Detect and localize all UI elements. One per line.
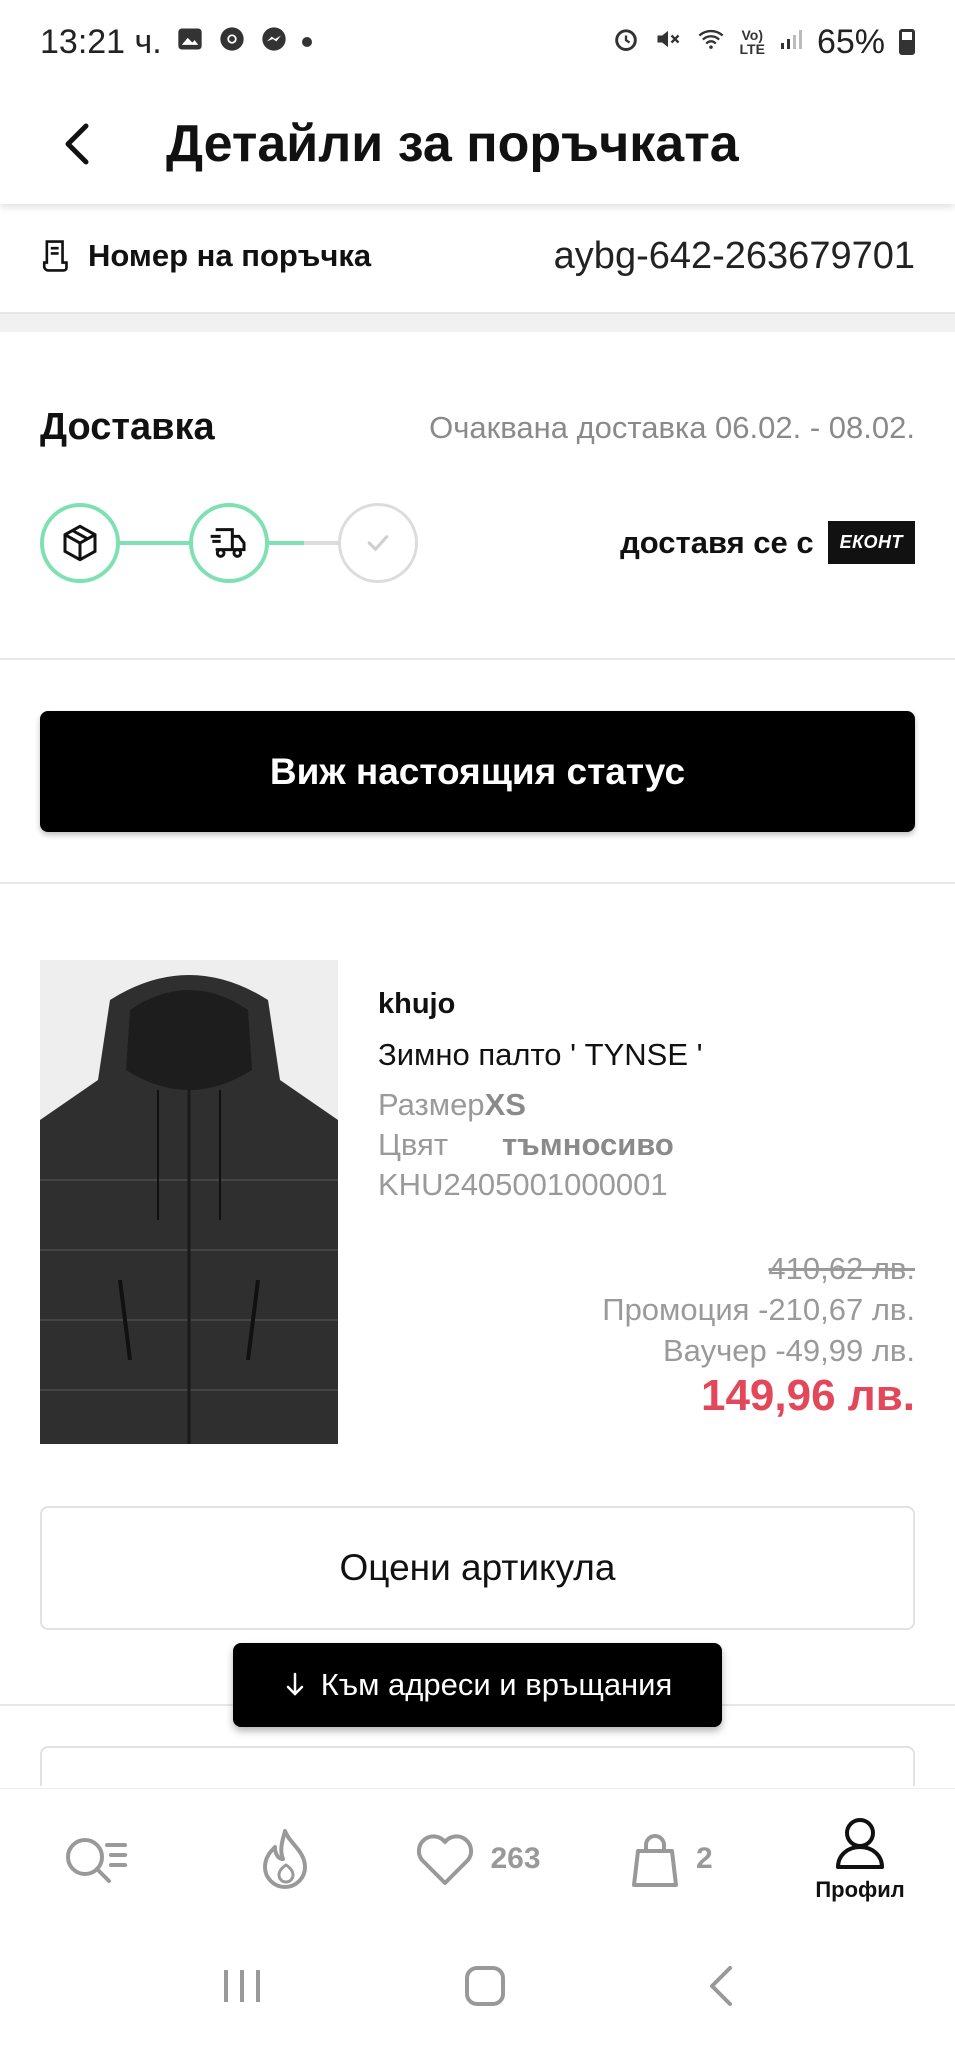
delivery-progress bbox=[40, 503, 440, 583]
flame-icon bbox=[262, 1828, 307, 1889]
nav-item-wishlist[interactable]: 263 bbox=[414, 1799, 541, 1919]
volte-icon: Vo) LTE bbox=[739, 27, 765, 57]
old-price: 410,62 лв. bbox=[768, 1251, 915, 1286]
check-icon bbox=[367, 535, 389, 552]
econt-logo: ЕКОНТ bbox=[827, 521, 915, 564]
voucher-discount: Ваучер -49,99 лв. bbox=[663, 1333, 915, 1368]
wishlist-count: 263 bbox=[490, 1841, 541, 1875]
bottom-navigation: 263 2 Профил bbox=[0, 1788, 955, 1928]
status-bar-left: 13:21 ч. bbox=[40, 23, 312, 62]
order-number-value: aybg-642-263679701 bbox=[553, 234, 915, 277]
notification-dot-icon bbox=[301, 37, 312, 47]
delivery-title: Доставка bbox=[40, 406, 215, 448]
progress-step-delivered bbox=[338, 503, 418, 583]
recent-apps-icon bbox=[223, 1969, 260, 2002]
progress-step-packed bbox=[40, 503, 120, 583]
product-size: Размер XS bbox=[378, 1087, 915, 1123]
nav-item-profile[interactable]: Профил bbox=[800, 1799, 920, 1919]
wifi-icon bbox=[696, 25, 726, 60]
basket-count: 2 bbox=[695, 1841, 713, 1875]
page-title: Детайли за поръчката bbox=[166, 115, 739, 173]
view-current-status-button[interactable]: Виж настоящия статус bbox=[40, 711, 915, 832]
divider bbox=[0, 658, 955, 660]
product-brand: khujo bbox=[378, 988, 456, 1020]
back-arrow-icon bbox=[65, 123, 89, 165]
nav-item-search[interactable] bbox=[35, 1799, 155, 1919]
recent-apps-button[interactable] bbox=[220, 1966, 264, 2011]
system-back-icon bbox=[709, 1965, 732, 2006]
size-label: Размер bbox=[378, 1087, 485, 1122]
basket-row: 2 bbox=[628, 1829, 713, 1889]
delivery-truck-icon bbox=[210, 528, 246, 558]
battery-icon bbox=[899, 29, 915, 55]
to-addresses-and-returns-label: Към адреси и връщания bbox=[320, 1667, 673, 1702]
price-breakdown: 410,62 лв. Промоция -210,67 лв. Ваучер -… bbox=[602, 1248, 915, 1421]
profile-label: Профил bbox=[815, 1876, 905, 1902]
progress-line-done bbox=[118, 541, 190, 545]
progress-step-shipped bbox=[189, 503, 269, 583]
nav-item-trending[interactable] bbox=[225, 1799, 345, 1919]
app-header: Детайли за поръчката bbox=[0, 84, 955, 204]
package-icon bbox=[63, 524, 97, 562]
promotion-discount: Промоция -210,67 лв. bbox=[602, 1292, 915, 1327]
product-sku: KHU2405001000001 bbox=[378, 1167, 668, 1202]
nav-item-basket[interactable]: 2 bbox=[610, 1799, 730, 1919]
size-value: XS bbox=[484, 1087, 526, 1122]
search-list-icon bbox=[65, 1837, 127, 1883]
product-name[interactable]: Зимно палто ' TYNSE ' bbox=[378, 1037, 915, 1073]
shopping-bag-icon bbox=[631, 1833, 678, 1887]
signal-icon bbox=[779, 26, 803, 59]
product-color: Цвят тъмносиво bbox=[378, 1127, 915, 1163]
final-price: 149,96 лв. bbox=[700, 1371, 915, 1420]
next-section-card bbox=[40, 1746, 915, 1786]
product-image[interactable] bbox=[40, 960, 338, 1444]
color-label: Цвят bbox=[378, 1127, 449, 1162]
status-time: 13:21 ч. bbox=[40, 22, 162, 61]
rate-item-button[interactable]: Оцени артикула bbox=[40, 1506, 915, 1630]
progress-line-pending bbox=[304, 541, 340, 545]
color-value: тъмносиво bbox=[502, 1127, 674, 1162]
section-separator bbox=[0, 312, 955, 332]
product-info: khujo Зимно палто ' TYNSE ' Размер XS Цв… bbox=[378, 988, 915, 1203]
to-addresses-and-returns-button[interactable]: Към адреси и връщания bbox=[233, 1643, 722, 1727]
wishlist-row: 263 bbox=[414, 1831, 541, 1887]
carrier-info: доставя се с ЕКОНТ bbox=[620, 521, 915, 564]
mute-icon bbox=[654, 25, 682, 60]
back-button[interactable] bbox=[46, 114, 106, 174]
chrome-icon bbox=[218, 25, 246, 60]
receipt-icon bbox=[42, 240, 68, 272]
order-number-label: Номер на поръчка bbox=[88, 238, 372, 273]
home-button[interactable] bbox=[463, 1964, 507, 2013]
heart-icon bbox=[417, 1833, 474, 1885]
order-number-row: Номер на поръчка aybg-642-263679701 bbox=[0, 204, 955, 308]
home-icon bbox=[464, 1965, 505, 2006]
carrier-text: доставя се с bbox=[620, 524, 814, 560]
expected-delivery-date: Очаквана доставка 06.02. - 08.02. bbox=[429, 409, 915, 445]
battery-percentage: 65% bbox=[816, 22, 885, 61]
gallery-icon bbox=[176, 25, 204, 60]
status-bar-right: Vo) LTE 65% bbox=[612, 23, 915, 62]
status-bar: 13:21 ч. Vo) LTE 65% bbox=[0, 0, 955, 84]
profile-icon bbox=[836, 1817, 885, 1869]
system-navigation-bar bbox=[0, 1928, 955, 2048]
order-number-label-group: Номер на поръчка bbox=[40, 238, 371, 274]
progress-line-partial bbox=[268, 541, 304, 545]
delivery-header: Доставка Очаквана доставка 06.02. - 08.0… bbox=[40, 406, 915, 449]
system-back-button[interactable] bbox=[706, 1964, 736, 2013]
divider bbox=[0, 882, 955, 884]
alarm-icon bbox=[612, 25, 640, 60]
arrow-down-icon bbox=[286, 1672, 303, 1696]
messenger-icon bbox=[260, 25, 288, 60]
